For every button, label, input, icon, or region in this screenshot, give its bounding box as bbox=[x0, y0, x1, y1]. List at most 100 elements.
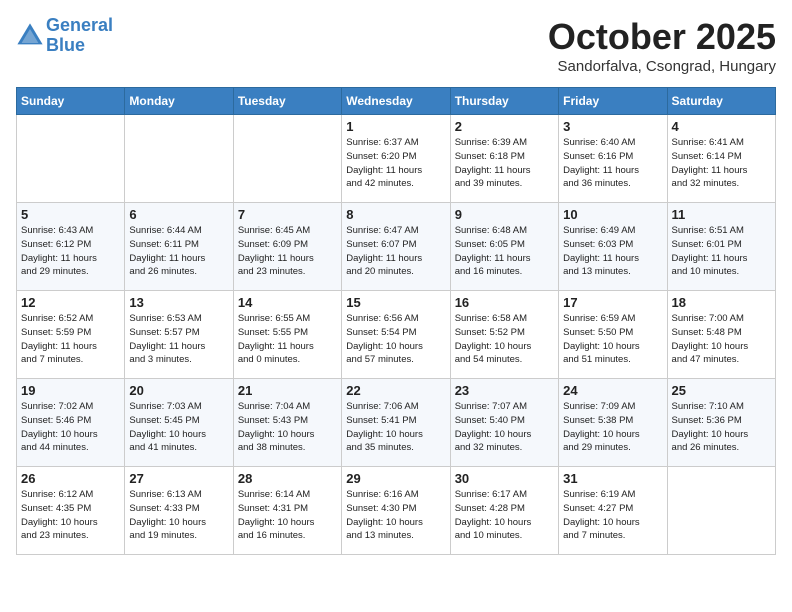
day-number: 26 bbox=[21, 471, 120, 486]
day-number: 15 bbox=[346, 295, 445, 310]
calendar-cell: 19 Sunrise: 7:02 AM Sunset: 5:46 PM Dayli… bbox=[17, 379, 125, 467]
day-number: 13 bbox=[129, 295, 228, 310]
calendar-cell: 1 Sunrise: 6:37 AM Sunset: 6:20 PM Daylig… bbox=[342, 115, 450, 203]
calendar-cell: 27 Sunrise: 6:13 AM Sunset: 4:33 PM Dayli… bbox=[125, 467, 233, 555]
day-number: 11 bbox=[672, 207, 771, 222]
day-info: Sunrise: 6:12 AM Sunset: 4:35 PM Dayligh… bbox=[21, 488, 120, 543]
day-number: 23 bbox=[455, 383, 554, 398]
day-number: 29 bbox=[346, 471, 445, 486]
day-info: Sunrise: 6:17 AM Sunset: 4:28 PM Dayligh… bbox=[455, 488, 554, 543]
calendar-cell bbox=[17, 115, 125, 203]
day-number: 21 bbox=[238, 383, 337, 398]
day-info: Sunrise: 6:40 AM Sunset: 6:16 PM Dayligh… bbox=[563, 136, 662, 191]
calendar-cell: 16Sunrise: 6:58 AM Sunset: 5:52 PM Dayli… bbox=[450, 291, 558, 379]
calendar-cell: 11 Sunrise: 6:51 AM Sunset: 6:01 PM Dayli… bbox=[667, 203, 775, 291]
month-title: October 2025 bbox=[548, 16, 776, 58]
day-info: Sunrise: 6:44 AM Sunset: 6:11 PM Dayligh… bbox=[129, 224, 228, 279]
col-header-saturday: Saturday bbox=[667, 88, 775, 115]
calendar-week-row: 1 Sunrise: 6:37 AM Sunset: 6:20 PM Daylig… bbox=[17, 115, 776, 203]
day-number: 27 bbox=[129, 471, 228, 486]
day-number: 17 bbox=[563, 295, 662, 310]
day-number: 19 bbox=[21, 383, 120, 398]
calendar-cell: 20 Sunrise: 7:03 AM Sunset: 5:45 PM Dayli… bbox=[125, 379, 233, 467]
calendar-cell: 12 Sunrise: 6:52 AM Sunset: 5:59 PM Dayli… bbox=[17, 291, 125, 379]
day-info: Sunrise: 6:51 AM Sunset: 6:01 PM Dayligh… bbox=[672, 224, 771, 279]
calendar-header-row: SundayMondayTuesdayWednesdayThursdayFrid… bbox=[17, 88, 776, 115]
day-info: Sunrise: 6:41 AM Sunset: 6:14 PM Dayligh… bbox=[672, 136, 771, 191]
calendar-cell: 7 Sunrise: 6:45 AM Sunset: 6:09 PM Daylig… bbox=[233, 203, 341, 291]
calendar-cell bbox=[125, 115, 233, 203]
day-number: 6 bbox=[129, 207, 228, 222]
calendar-week-row: 26 Sunrise: 6:12 AM Sunset: 4:35 PM Dayli… bbox=[17, 467, 776, 555]
day-info: Sunrise: 6:43 AM Sunset: 6:12 PM Dayligh… bbox=[21, 224, 120, 279]
col-header-thursday: Thursday bbox=[450, 88, 558, 115]
logo-blue: Blue bbox=[46, 35, 85, 55]
location-subtitle: Sandorfalva, Csongrad, Hungary bbox=[548, 58, 776, 75]
calendar-cell: 31Sunrise: 6:19 AM Sunset: 4:27 PM Dayli… bbox=[559, 467, 667, 555]
day-info: Sunrise: 6:47 AM Sunset: 6:07 PM Dayligh… bbox=[346, 224, 445, 279]
day-number: 22 bbox=[346, 383, 445, 398]
day-info: Sunrise: 7:00 AM Sunset: 5:48 PM Dayligh… bbox=[672, 312, 771, 367]
calendar-cell: 9Sunrise: 6:48 AM Sunset: 6:05 PM Daylig… bbox=[450, 203, 558, 291]
day-info: Sunrise: 6:53 AM Sunset: 5:57 PM Dayligh… bbox=[129, 312, 228, 367]
calendar-cell: 29Sunrise: 6:16 AM Sunset: 4:30 PM Dayli… bbox=[342, 467, 450, 555]
calendar-week-row: 5Sunrise: 6:43 AM Sunset: 6:12 PM Daylig… bbox=[17, 203, 776, 291]
calendar-cell bbox=[233, 115, 341, 203]
day-info: Sunrise: 7:10 AM Sunset: 5:36 PM Dayligh… bbox=[672, 400, 771, 455]
day-info: Sunrise: 6:49 AM Sunset: 6:03 PM Dayligh… bbox=[563, 224, 662, 279]
day-info: Sunrise: 6:19 AM Sunset: 4:27 PM Dayligh… bbox=[563, 488, 662, 543]
calendar-cell: 6 Sunrise: 6:44 AM Sunset: 6:11 PM Daylig… bbox=[125, 203, 233, 291]
day-number: 3 bbox=[563, 119, 662, 134]
day-number: 25 bbox=[672, 383, 771, 398]
day-info: Sunrise: 6:45 AM Sunset: 6:09 PM Dayligh… bbox=[238, 224, 337, 279]
logo-icon bbox=[16, 22, 44, 50]
calendar-cell: 15 Sunrise: 6:56 AM Sunset: 5:54 PM Dayli… bbox=[342, 291, 450, 379]
day-info: Sunrise: 6:39 AM Sunset: 6:18 PM Dayligh… bbox=[455, 136, 554, 191]
col-header-monday: Monday bbox=[125, 88, 233, 115]
day-number: 20 bbox=[129, 383, 228, 398]
col-header-wednesday: Wednesday bbox=[342, 88, 450, 115]
day-number: 4 bbox=[672, 119, 771, 134]
calendar-cell: 24Sunrise: 7:09 AM Sunset: 5:38 PM Dayli… bbox=[559, 379, 667, 467]
page-header: General Blue October 2025 Sandorfalva, C… bbox=[16, 16, 776, 75]
calendar-cell: 8 Sunrise: 6:47 AM Sunset: 6:07 PM Daylig… bbox=[342, 203, 450, 291]
day-info: Sunrise: 6:48 AM Sunset: 6:05 PM Dayligh… bbox=[455, 224, 554, 279]
day-info: Sunrise: 6:56 AM Sunset: 5:54 PM Dayligh… bbox=[346, 312, 445, 367]
logo-general: General bbox=[46, 15, 113, 35]
day-info: Sunrise: 7:02 AM Sunset: 5:46 PM Dayligh… bbox=[21, 400, 120, 455]
calendar-cell: 5Sunrise: 6:43 AM Sunset: 6:12 PM Daylig… bbox=[17, 203, 125, 291]
col-header-friday: Friday bbox=[559, 88, 667, 115]
day-info: Sunrise: 7:03 AM Sunset: 5:45 PM Dayligh… bbox=[129, 400, 228, 455]
day-info: Sunrise: 6:14 AM Sunset: 4:31 PM Dayligh… bbox=[238, 488, 337, 543]
calendar-cell: 4 Sunrise: 6:41 AM Sunset: 6:14 PM Daylig… bbox=[667, 115, 775, 203]
calendar-cell: 10 Sunrise: 6:49 AM Sunset: 6:03 PM Dayli… bbox=[559, 203, 667, 291]
day-number: 28 bbox=[238, 471, 337, 486]
col-header-sunday: Sunday bbox=[17, 88, 125, 115]
day-number: 16 bbox=[455, 295, 554, 310]
day-number: 8 bbox=[346, 207, 445, 222]
calendar-cell: 23 Sunrise: 7:07 AM Sunset: 5:40 PM Dayli… bbox=[450, 379, 558, 467]
day-info: Sunrise: 7:04 AM Sunset: 5:43 PM Dayligh… bbox=[238, 400, 337, 455]
day-info: Sunrise: 7:06 AM Sunset: 5:41 PM Dayligh… bbox=[346, 400, 445, 455]
calendar-week-row: 12 Sunrise: 6:52 AM Sunset: 5:59 PM Dayli… bbox=[17, 291, 776, 379]
day-number: 12 bbox=[21, 295, 120, 310]
day-info: Sunrise: 7:07 AM Sunset: 5:40 PM Dayligh… bbox=[455, 400, 554, 455]
day-number: 14 bbox=[238, 295, 337, 310]
day-number: 7 bbox=[238, 207, 337, 222]
day-info: Sunrise: 6:13 AM Sunset: 4:33 PM Dayligh… bbox=[129, 488, 228, 543]
calendar-cell: 26 Sunrise: 6:12 AM Sunset: 4:35 PM Dayli… bbox=[17, 467, 125, 555]
day-info: Sunrise: 6:55 AM Sunset: 5:55 PM Dayligh… bbox=[238, 312, 337, 367]
day-number: 30 bbox=[455, 471, 554, 486]
calendar-cell: 14 Sunrise: 6:55 AM Sunset: 5:55 PM Dayli… bbox=[233, 291, 341, 379]
day-number: 1 bbox=[346, 119, 445, 134]
day-info: Sunrise: 7:09 AM Sunset: 5:38 PM Dayligh… bbox=[563, 400, 662, 455]
day-number: 10 bbox=[563, 207, 662, 222]
day-info: Sunrise: 6:37 AM Sunset: 6:20 PM Dayligh… bbox=[346, 136, 445, 191]
calendar-cell: 30 Sunrise: 6:17 AM Sunset: 4:28 PM Dayli… bbox=[450, 467, 558, 555]
calendar-week-row: 19 Sunrise: 7:02 AM Sunset: 5:46 PM Dayli… bbox=[17, 379, 776, 467]
calendar-cell: 28 Sunrise: 6:14 AM Sunset: 4:31 PM Dayli… bbox=[233, 467, 341, 555]
day-info: Sunrise: 6:52 AM Sunset: 5:59 PM Dayligh… bbox=[21, 312, 120, 367]
calendar-cell: 13 Sunrise: 6:53 AM Sunset: 5:57 PM Dayli… bbox=[125, 291, 233, 379]
calendar-cell: 17Sunrise: 6:59 AM Sunset: 5:50 PM Dayli… bbox=[559, 291, 667, 379]
calendar-cell: 25 Sunrise: 7:10 AM Sunset: 5:36 PM Dayli… bbox=[667, 379, 775, 467]
